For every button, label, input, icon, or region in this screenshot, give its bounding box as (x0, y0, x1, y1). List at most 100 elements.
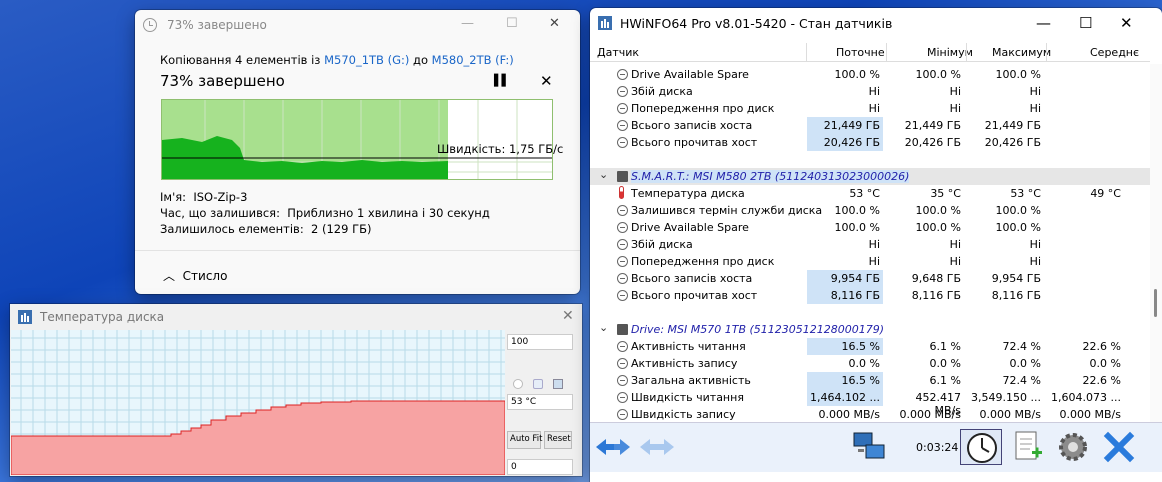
current-value: 100.0 % (834, 204, 880, 217)
average-value: 22.6 % (1082, 374, 1121, 387)
gear-icon (1059, 433, 1087, 461)
maximum-value: 72.4 % (1002, 374, 1041, 387)
clock-button[interactable] (960, 429, 1002, 465)
sensor-row[interactable]: Всього записів хоста 9,954 ГБ 9,648 ГБ 9,95… (590, 270, 1150, 287)
sensor-row[interactable]: Всього прочитав хост 8,116 ГБ 8,116 ГБ 8,11… (590, 287, 1150, 304)
minimize-button[interactable]: — (461, 16, 474, 31)
col-current[interactable]: Поточне (836, 46, 885, 59)
sensor-minus-icon (617, 392, 628, 403)
scrollbar-thumb[interactable] (1154, 289, 1157, 317)
average-value: 49 °C (1090, 187, 1121, 200)
minimize-button[interactable]: — (1036, 14, 1051, 32)
sensor-row[interactable]: Всього прочитав хост 20,426 ГБ 20,426 ГБ 20… (590, 134, 1150, 151)
clock-icon (143, 18, 157, 32)
sensor-table-header: Датчик Поточне Мінімум Максимум Середнє (590, 43, 1150, 62)
sensor-minus-icon (617, 86, 628, 97)
sensor-row[interactable]: Температура диска 53 °C 35 °C 53 °C 49 °C (590, 185, 1150, 202)
sensor-row[interactable]: Drive Available Spare 100.0 % 100.0 % 100.0… (590, 66, 1150, 83)
sensor-row[interactable]: Активність читання 16.5 % 6.1 % 72.4 % 22.6 … (590, 338, 1150, 355)
sensor-minus-icon (617, 69, 628, 80)
sensor-group-header[interactable]: ⌄ Drive: MSI M570 1TB (511230512128000179… (590, 321, 1150, 338)
maximum-value: Ні (1029, 238, 1041, 251)
sensor-name: Всього записів хоста (631, 119, 753, 132)
sensor-row[interactable]: Попередження про диск Ні Ні Ні (590, 100, 1150, 117)
maximize-button[interactable]: ☐ (506, 16, 518, 31)
chevron-down-icon[interactable]: ⌄ (599, 321, 608, 334)
col-average[interactable]: Середнє (1090, 46, 1139, 59)
network-button[interactable] (848, 429, 890, 465)
current-value: 1,464.102 ... (810, 391, 880, 404)
current-value: 0.0 % (848, 357, 880, 370)
checkbox-option[interactable] (533, 379, 543, 389)
minimum-value: 20,426 ГБ (904, 136, 961, 149)
col-sensor[interactable]: Датчик (597, 46, 639, 59)
cancel-copy-button[interactable]: ✕ (540, 72, 553, 90)
temp-window-title: Температура диска (40, 310, 165, 324)
minimum-value: 6.1 % (929, 340, 961, 353)
hwinfo-titlebar: HWiNFO64 Pro v8.01-5420 - Стан датчиків … (590, 8, 1162, 38)
chevron-down-icon[interactable]: ⌄ (599, 168, 608, 181)
sensor-group-name: Drive: MSI M570 1TB (511230512128000179) (631, 323, 885, 336)
auto-fit-button[interactable]: Auto Fit (507, 431, 542, 449)
sensor-row[interactable]: Загальна активність 16.5 % 6.1 % 72.4 % 22.6… (590, 372, 1150, 389)
sensor-minus-icon (617, 120, 628, 131)
minimum-value: 8,116 ГБ (911, 289, 961, 302)
drive-icon (617, 324, 628, 335)
average-value: 1,604.073 ... (1051, 391, 1121, 404)
copy-description: Копіювання 4 елементів із M570_1TB (G:) … (160, 53, 514, 67)
sensor-row[interactable]: Drive Available Spare 100.0 % 100.0 % 100.0… (590, 219, 1150, 236)
average-value: 0.0 % (1089, 357, 1121, 370)
source-link[interactable]: M570_1TB (G:) (324, 53, 409, 67)
navigate-arrows-disabled-button[interactable] (636, 429, 678, 465)
sensor-row[interactable]: Активність запису 0.0 % 0.0 % 0.0 % 0.0 % (590, 355, 1150, 372)
sensor-row[interactable]: Швидкість читання 1,464.102 ... 452.417 MB… (590, 389, 1150, 417)
hwinfo-window-title: HWiNFO64 Pro v8.01-5420 - Стан датчиків (620, 15, 893, 31)
copy-window-title: 73% завершено (167, 18, 267, 32)
sensor-row[interactable]: Залишився термін служби диска 100.0 % 100.… (590, 202, 1150, 219)
close-button[interactable]: ✕ (1120, 14, 1133, 32)
left-right-arrows-icon (596, 439, 630, 455)
hwinfo-logo-icon (18, 310, 32, 324)
maximum-value: 21,449 ГБ (984, 119, 1041, 132)
sensor-row[interactable]: Всього записів хоста 21,449 ГБ 21,449 ГБ 21… (590, 117, 1150, 134)
color-swatch[interactable] (553, 379, 563, 389)
close-sensors-button[interactable] (1098, 429, 1140, 465)
drive-icon (617, 171, 628, 182)
reset-button[interactable]: Reset (544, 431, 572, 449)
current-value: 0.000 MB/s (818, 408, 880, 421)
sensor-name: Активність запису (631, 357, 738, 370)
current-value: 16.5 % (841, 340, 880, 353)
maximum-value: 100.0 % (995, 204, 1041, 217)
items-remaining-row: Залишилось елементів: 2 (129 ГБ) (160, 222, 371, 236)
fewer-details-toggle[interactable]: ︿ Стисло (163, 267, 227, 284)
maximize-button[interactable]: ☐ (1079, 14, 1092, 32)
sensor-group-header[interactable]: ⌄ S.M.A.R.T.: MSI M580 2TB (5112403130230… (590, 168, 1150, 185)
sensor-name: Drive Available Spare (631, 221, 749, 234)
maximum-value: Ні (1029, 85, 1041, 98)
sensor-row[interactable]: Швидкість запису 0.000 MB/s 0.000 MB/s 0.00… (590, 406, 1150, 423)
pause-button[interactable]: ▌▌ (494, 74, 510, 87)
sensor-name: Попередження про диск (631, 102, 775, 115)
minimum-value: Ні (949, 85, 961, 98)
navigate-arrows-button[interactable] (592, 429, 634, 465)
minimum-value: Ні (949, 102, 961, 115)
maximum-value: 72.4 % (1002, 340, 1041, 353)
minimum-value: 0.0 % (929, 357, 961, 370)
close-button[interactable]: ✕ (549, 16, 560, 31)
sensor-row[interactable]: Попередження про диск Ні Ні Ні (590, 253, 1150, 270)
settings-button[interactable] (1052, 429, 1094, 465)
add-report-button[interactable] (1006, 429, 1048, 465)
destination-link[interactable]: M580_2TB (F:) (432, 53, 514, 67)
maximum-value: 0.0 % (1009, 357, 1041, 370)
sensor-name: Активність читання (631, 340, 746, 353)
sensor-minus-icon (617, 137, 628, 148)
sensor-minus-icon (617, 239, 628, 250)
current-value: Ні (868, 238, 880, 251)
minimum-value: 6.1 % (929, 374, 961, 387)
radio-option[interactable] (513, 379, 523, 389)
sensor-row[interactable]: Збій диска Ні Ні Ні (590, 236, 1150, 253)
sensor-row[interactable]: Збій диска Ні Ні Ні (590, 83, 1150, 100)
close-icon[interactable]: ✕ (562, 308, 574, 324)
col-maximum[interactable]: Максимум (992, 46, 1051, 59)
vertical-scrollbar[interactable] (1150, 64, 1162, 424)
